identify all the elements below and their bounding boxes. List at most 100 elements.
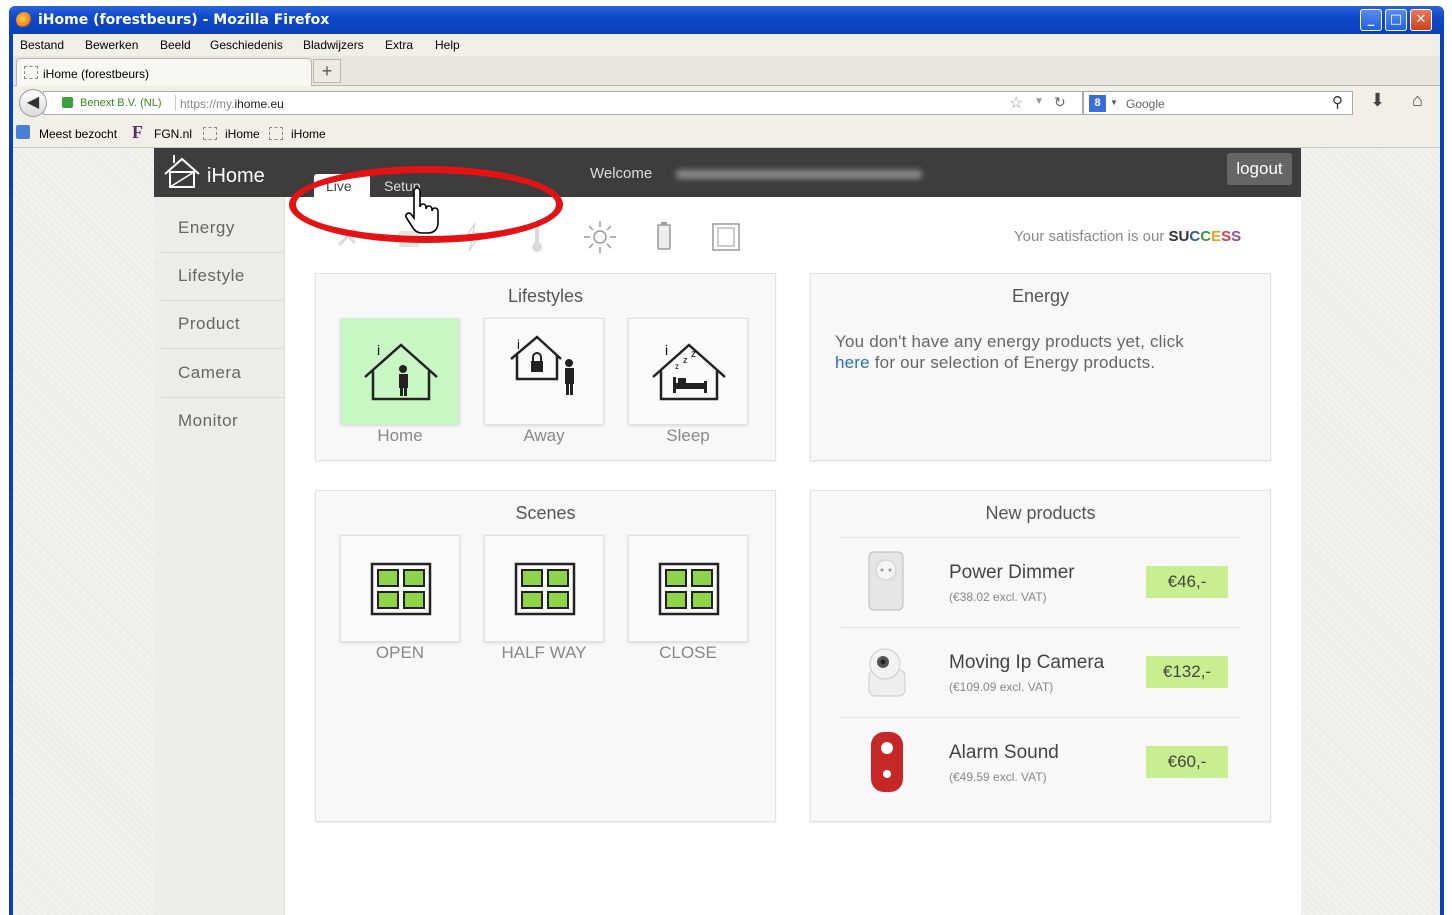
product-excl-vat: (€49.59 excl. VAT): [949, 770, 1047, 784]
site-identity[interactable]: Benext B.V. (NL): [80, 97, 162, 109]
sidebar-item-energy[interactable]: Energy: [161, 205, 285, 253]
star-icon[interactable]: ☆: [1009, 93, 1023, 113]
tagline: Your satisfaction is our SUCCESS: [1014, 228, 1241, 245]
bookmark-ihome-1[interactable]: iHome: [225, 127, 260, 141]
bookmark-fgn[interactable]: FGN.nl: [154, 127, 192, 141]
sidebar-item-camera[interactable]: Camera: [161, 350, 285, 398]
blurred-username: [676, 170, 922, 179]
menu-bar: Bestand Bewerken Beeld Geschiedenis Blad…: [13, 34, 1440, 56]
logout-button[interactable]: logout: [1227, 153, 1292, 185]
scene-halfway-tile[interactable]: [484, 535, 604, 642]
lifestyle-away-tile[interactable]: i: [484, 318, 604, 425]
power-dimmer-image: [868, 551, 904, 611]
maximize-button[interactable]: □: [1385, 9, 1407, 31]
alarm-sound-image: [871, 732, 903, 792]
sidebar-item-product[interactable]: Product: [161, 301, 285, 349]
bookmark-most-visited[interactable]: Meest bezocht: [39, 127, 117, 141]
product-name[interactable]: Alarm Sound: [949, 742, 1059, 764]
away-lock-icon: i: [510, 335, 574, 395]
home-person-icon: i: [364, 342, 438, 401]
search-box[interactable]: 8 ▼ Google ⚲: [1083, 91, 1353, 115]
page-favicon-icon: [24, 66, 38, 79]
lifestyle-sleep-tile[interactable]: i zzz: [628, 318, 748, 425]
scene-close-label: CLOSE: [659, 643, 717, 662]
most-visited-icon: [16, 125, 30, 139]
menu-help[interactable]: Help: [435, 38, 460, 52]
tab-bar: iHome (forestbeurs) +: [13, 56, 1440, 86]
url-bar[interactable]: Benext B.V. (NL) https://my.ihome.eu ☆ ▼…: [43, 91, 1083, 115]
sidebar-item-lifestyle[interactable]: Lifestyle: [161, 253, 285, 301]
bookmark-ihome-2[interactable]: iHome: [291, 127, 326, 141]
energy-text-after: for our selection of Energy products.: [869, 353, 1156, 372]
product-name[interactable]: Power Dimmer: [949, 562, 1075, 584]
product-price[interactable]: €60,-: [1146, 746, 1228, 778]
web-page: iHome Live Setup Welcome logout Energy L…: [13, 148, 1440, 915]
url-text[interactable]: https://my.ihome.eu: [180, 97, 284, 111]
new-products-panel: New products Power Dimmer (€38.02 excl. …: [810, 490, 1271, 822]
site-brand[interactable]: iHome: [207, 165, 265, 188]
navigation-bar: Benext B.V. (NL) https://my.ihome.eu ☆ ▼…: [13, 86, 1440, 118]
svg-text:i: i: [517, 337, 520, 352]
new-tab-button[interactable]: +: [313, 59, 341, 83]
firefox-icon: [16, 12, 32, 28]
product-excl-vat: (€109.09 excl. VAT): [949, 680, 1054, 694]
product-name[interactable]: Moving Ip Camera: [949, 652, 1104, 674]
lifestyles-panel: Lifestyles i Home i Away i z z z Sleep: [315, 273, 776, 461]
battery-icon[interactable]: [646, 219, 682, 255]
lifestyles-title: Lifestyles: [507, 286, 584, 306]
url-prefix: https://my.: [180, 97, 235, 111]
hand-cursor-icon: [405, 187, 439, 234]
product-price[interactable]: €46,-: [1146, 566, 1228, 598]
product-row[interactable]: Alarm Sound (€49.59 excl. VAT) €60,-: [841, 717, 1241, 807]
scenes-panel: Scenes OPEN HALF WAY CLOSE: [315, 490, 776, 822]
menu-bladwijzers[interactable]: Bladwijzers: [303, 38, 364, 52]
back-button[interactable]: ◀: [19, 89, 47, 117]
product-excl-vat: (€38.02 excl. VAT): [949, 590, 1047, 604]
menu-beeld[interactable]: Beeld: [160, 38, 191, 52]
product-price[interactable]: €132,-: [1146, 656, 1228, 688]
window-title: iHome (forestbeurs) - Mozilla Firefox: [38, 12, 330, 28]
ip-camera-image: [868, 648, 906, 697]
scene-open-tile[interactable]: [340, 535, 460, 642]
engine-dropdown-icon[interactable]: ▼: [1110, 98, 1118, 107]
page-favicon-icon: [203, 127, 217, 140]
google-icon[interactable]: 8: [1089, 95, 1106, 112]
minimize-button[interactable]: _: [1360, 9, 1382, 31]
lifestyle-sleep-label: Sleep: [666, 426, 710, 445]
scene-close-tile[interactable]: [628, 535, 748, 642]
svg-text:z: z: [691, 349, 696, 360]
window-titlebar: iHome (forestbeurs) - Mozilla Firefox _ …: [9, 6, 1444, 34]
lock-icon: [62, 97, 73, 108]
sun-icon[interactable]: [582, 219, 618, 255]
energy-title: Energy: [1011, 286, 1070, 306]
energy-message: You don't have any energy products yet, …: [835, 331, 1245, 373]
reload-icon[interactable]: ↻: [1054, 94, 1066, 111]
tab-label: iHome (forestbeurs): [43, 67, 150, 81]
menu-extra[interactable]: Extra: [385, 38, 413, 52]
dropdown-arrow-icon[interactable]: ▼: [1034, 96, 1044, 107]
browser-tab[interactable]: iHome (forestbeurs): [16, 58, 312, 86]
product-row[interactable]: Power Dimmer (€38.02 excl. VAT) €46,-: [841, 537, 1241, 627]
menu-bewerken[interactable]: Bewerken: [85, 38, 138, 52]
svg-text:z: z: [683, 355, 688, 365]
close-button[interactable]: ✕: [1410, 9, 1432, 31]
lifestyle-home-tile[interactable]: i: [340, 318, 460, 425]
energy-panel: Energy You don't have any energy product…: [810, 273, 1271, 461]
product-row[interactable]: Moving Ip Camera (€109.09 excl. VAT) €13…: [841, 627, 1241, 717]
sidebar-item-monitor[interactable]: Monitor: [161, 398, 285, 446]
search-icon[interactable]: ⚲: [1332, 93, 1343, 111]
sleep-bed-icon: i zz z: [652, 342, 726, 401]
new-products-title: New products: [985, 503, 1096, 523]
search-placeholder: Google: [1126, 97, 1165, 111]
window-close-icon: [658, 562, 720, 616]
home-icon[interactable]: ⌂: [1412, 90, 1423, 111]
sidebar: Energy Lifestyle Product Camera Monitor: [154, 197, 285, 915]
welcome-text: Welcome: [590, 165, 653, 182]
energy-here-link[interactable]: here: [835, 353, 870, 372]
menu-bestand[interactable]: Bestand: [20, 38, 64, 52]
scenes-title: Scenes: [515, 503, 576, 523]
film-icon[interactable]: [708, 219, 744, 255]
url-separator: [175, 95, 176, 111]
download-icon[interactable]: ⬇: [1370, 90, 1385, 111]
menu-geschiedenis[interactable]: Geschiedenis: [210, 38, 283, 52]
